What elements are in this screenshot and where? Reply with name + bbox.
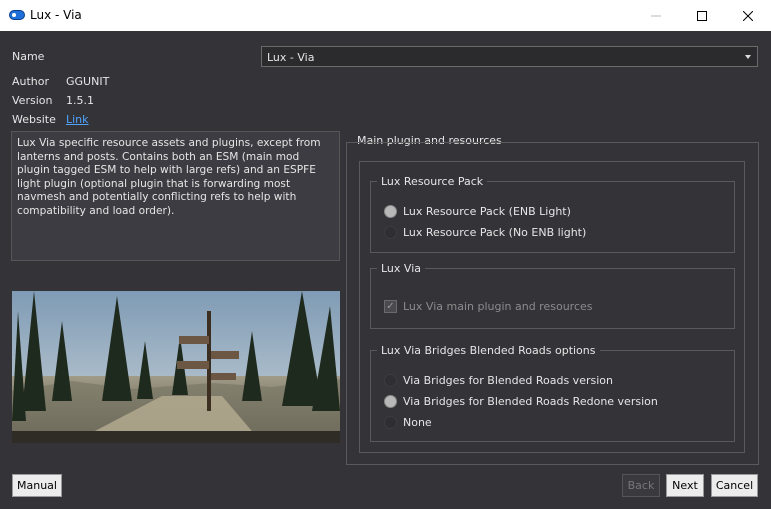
close-button[interactable] — [725, 0, 771, 31]
name-label: Name — [12, 50, 45, 63]
radio-no-enb-light[interactable] — [384, 226, 397, 239]
lux-resource-pack-title: Lux Resource Pack — [377, 175, 488, 188]
maximize-button[interactable] — [679, 0, 725, 31]
minimize-icon — [651, 15, 661, 16]
checkbox-main-plugin[interactable]: ✓ — [384, 300, 397, 313]
radio-none[interactable] — [384, 416, 397, 429]
back-button[interactable]: Back — [622, 474, 660, 497]
name-select-value: Lux - Via — [267, 51, 315, 64]
radio-enb-light[interactable] — [384, 205, 397, 218]
website-link[interactable]: Link — [66, 113, 89, 126]
option-blended-roads-label[interactable]: Via Bridges for Blended Roads version — [403, 374, 613, 387]
bridges-title: Lux Via Bridges Blended Roads options — [377, 344, 600, 357]
option-blended-roads-redone-label[interactable]: Via Bridges for Blended Roads Redone ver… — [403, 395, 658, 408]
app-icon — [9, 10, 25, 20]
close-icon — [743, 10, 753, 21]
version-value: 1.5.1 — [66, 94, 94, 107]
radio-blended-roads-redone[interactable] — [384, 395, 397, 408]
chevron-down-icon — [745, 55, 751, 59]
window-title: Lux - Via — [30, 8, 82, 22]
option-no-enb-light-label[interactable]: Lux Resource Pack (No ENB light) — [403, 226, 586, 239]
lux-via-title: Lux Via — [377, 262, 425, 275]
name-select[interactable]: Lux - Via — [261, 46, 758, 67]
radio-blended-roads[interactable] — [384, 374, 397, 387]
mod-preview-image — [12, 291, 340, 443]
title-bar: Lux - Via — [0, 0, 771, 31]
author-label: Author — [12, 75, 50, 88]
minimize-button[interactable] — [633, 0, 679, 31]
option-main-plugin-label: Lux Via main plugin and resources — [403, 300, 593, 313]
lux-via-group — [370, 268, 735, 329]
option-none-label[interactable]: None — [403, 416, 432, 429]
website-label: Website — [12, 113, 56, 126]
next-button[interactable]: Next — [666, 474, 704, 497]
manual-button[interactable]: Manual — [12, 474, 62, 497]
cancel-button[interactable]: Cancel — [711, 474, 758, 497]
description-box: Lux Via specific resource assets and plu… — [11, 131, 340, 261]
maximize-icon — [697, 10, 707, 21]
author-value: GGUNIT — [66, 75, 110, 88]
version-label: Version — [12, 94, 53, 107]
option-enb-light-label[interactable]: Lux Resource Pack (ENB Light) — [403, 205, 571, 218]
